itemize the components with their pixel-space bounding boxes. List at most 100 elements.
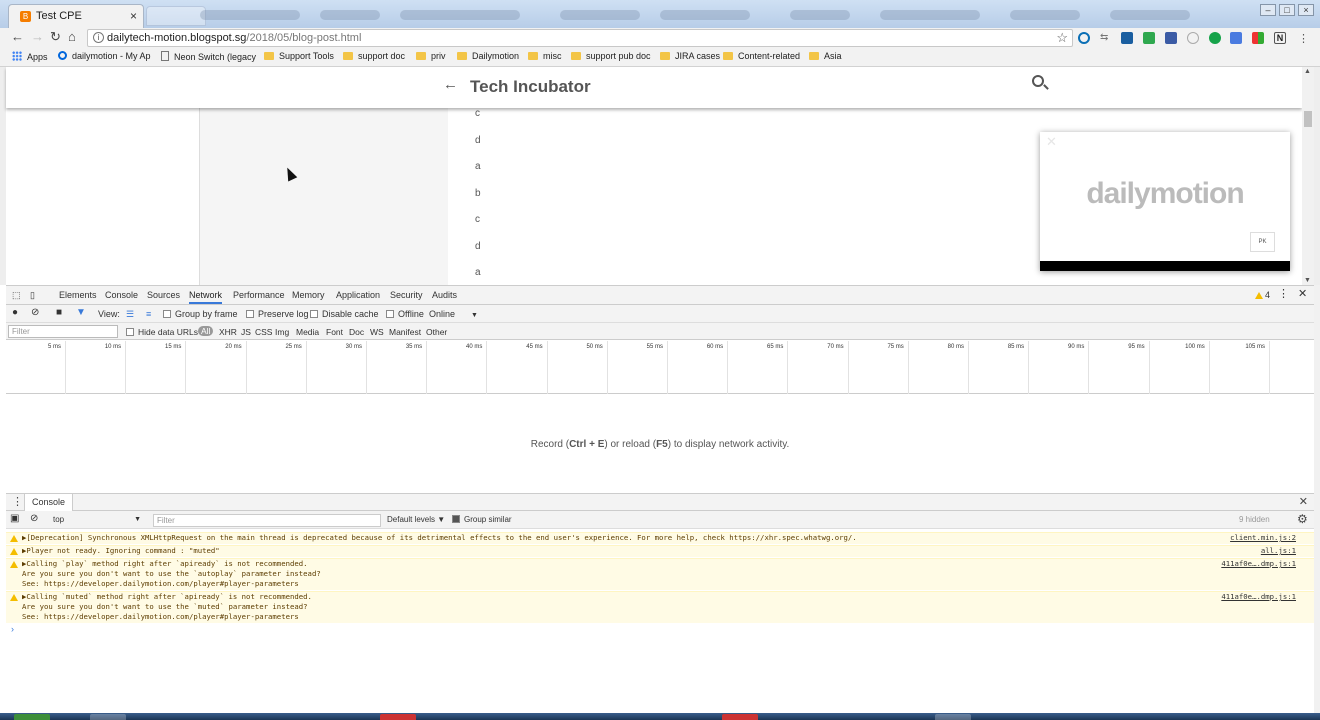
offline-checkbox[interactable]: Offline (386, 309, 424, 319)
bookmark-item[interactable]: dailymotion - My Ap (58, 51, 151, 61)
bookmark-star-icon[interactable]: ☆ (1056, 30, 1068, 46)
tab-memory[interactable]: Memory (292, 290, 325, 300)
extension-icon[interactable] (1121, 32, 1133, 44)
extension-icon[interactable]: ⇆ (1100, 32, 1112, 44)
taskbar-button[interactable] (722, 714, 758, 720)
bookmark-folder[interactable]: misc (528, 51, 562, 61)
tab-performance[interactable]: Performance (233, 290, 285, 300)
tab-console[interactable]: Console (105, 290, 138, 300)
filter-ws[interactable]: WS (370, 327, 384, 337)
close-icon[interactable]: ✕ (1046, 134, 1057, 150)
extension-icon[interactable]: N (1274, 32, 1286, 44)
tab-network[interactable]: Network (189, 290, 223, 304)
capture-screenshots-icon[interactable]: ■ (56, 307, 62, 318)
bookmark-folder[interactable]: Dailymotion (457, 51, 519, 61)
start-button[interactable] (14, 714, 50, 720)
search-icon[interactable] (1032, 75, 1044, 87)
info-icon[interactable]: i (93, 32, 104, 43)
extension-icon[interactable] (1165, 32, 1177, 44)
group-by-frame-checkbox[interactable]: Group by frame (163, 309, 238, 319)
bookmark-folder[interactable]: Asia (809, 51, 842, 61)
disable-cache-checkbox[interactable]: Disable cache (310, 309, 379, 319)
filter-doc[interactable]: Doc (349, 327, 364, 337)
reload-icon[interactable]: ↻ (50, 29, 61, 45)
taskbar-button[interactable] (380, 714, 416, 720)
minimize-icon[interactable]: – (1260, 4, 1276, 16)
gear-icon[interactable]: ⚙ (1297, 512, 1308, 526)
video-player[interactable]: ✕ dailymotion PK (1040, 132, 1290, 271)
console-link[interactable]: https://developer.dailymotion.com/player… (44, 612, 299, 621)
bookmark-folder[interactable]: support doc (343, 51, 405, 61)
console-prompt[interactable]: › (11, 624, 14, 634)
address-bar[interactable]: i dailytech-motion.blogspot.sg/2018/05/b… (87, 29, 1073, 47)
console-filter-input[interactable]: Filter (153, 514, 381, 527)
scroll-down-icon[interactable]: ▼ (1304, 277, 1311, 284)
devtools-menu-icon[interactable]: ⋮ (1278, 287, 1289, 300)
console-message-warning[interactable]: ▶Calling `play` method right after `apir… (6, 558, 1314, 590)
extension-icon[interactable] (1143, 32, 1155, 44)
filter-xhr[interactable]: XHR (219, 327, 237, 337)
record-icon[interactable]: ● (12, 307, 18, 318)
bookmark-apps[interactable]: Apps (12, 51, 48, 62)
bookmark-folder[interactable]: support pub doc (571, 51, 651, 61)
filter-img[interactable]: Img (275, 327, 289, 337)
back-arrow-icon[interactable]: ← (11, 29, 24, 44)
page-scrollbar[interactable]: ▲ ▼ (1302, 67, 1314, 285)
taskbar-button[interactable] (90, 714, 126, 720)
player-badge[interactable]: PK (1250, 232, 1275, 252)
browser-tab-blurred[interactable] (146, 6, 206, 26)
console-link[interactable]: https://xhr.spec.whatwg.org/ (729, 533, 852, 542)
filter-all[interactable]: All (198, 326, 214, 336)
console-source-link[interactable]: 411af0e….dmp.js:1 (1221, 592, 1296, 602)
filter-funnel-icon[interactable]: ▼ (76, 307, 86, 318)
scroll-up-icon[interactable]: ▲ (1304, 68, 1311, 75)
tab-sources[interactable]: Sources (147, 290, 180, 300)
filter-manifest[interactable]: Manifest (389, 327, 421, 337)
filter-media[interactable]: Media (296, 327, 319, 337)
chrome-menu-icon[interactable]: ⋮ (1298, 32, 1310, 45)
console-source-link[interactable]: client.min.js:2 (1230, 533, 1296, 543)
inspect-element-icon[interactable]: ⬚ (12, 290, 21, 301)
bookmark-folder[interactable]: priv (416, 51, 446, 61)
tab-elements[interactable]: Elements (59, 290, 97, 300)
devtools-close-icon[interactable]: ✕ (1298, 287, 1307, 300)
filter-font[interactable]: Font (326, 327, 343, 337)
network-filter-input[interactable]: Filter (8, 325, 118, 338)
extension-icon[interactable] (1078, 32, 1090, 44)
extension-icon[interactable] (1252, 32, 1264, 44)
group-similar-checkbox[interactable]: Group similar (452, 515, 512, 524)
extension-icon[interactable] (1187, 32, 1199, 44)
maximize-icon[interactable]: □ (1279, 4, 1295, 16)
taskbar-button[interactable] (935, 714, 971, 720)
browser-tab-active[interactable]: B Test CPE × (8, 4, 144, 28)
console-source-link[interactable]: 411af0e….dmp.js:1 (1221, 559, 1296, 569)
bookmark-folder[interactable]: Content-related (723, 51, 800, 61)
throttle-select[interactable]: Online ▼ (429, 309, 478, 319)
scrollbar-thumb[interactable] (1304, 111, 1312, 127)
drawer-close-icon[interactable]: ✕ (1299, 495, 1308, 508)
window-close-icon[interactable]: × (1298, 4, 1314, 16)
hide-data-urls-checkbox[interactable]: Hide data URLs (126, 327, 198, 337)
home-icon[interactable]: ⌂ (68, 29, 76, 44)
console-source-link[interactable]: all.js:1 (1261, 546, 1296, 556)
context-select[interactable]: top ▼ (49, 513, 145, 527)
tab-application[interactable]: Application (336, 290, 380, 300)
console-sidebar-icon[interactable]: ▣ (10, 513, 19, 524)
back-arrow-icon[interactable]: ← (443, 76, 458, 93)
extension-icon[interactable] (1209, 32, 1221, 44)
tab-audits[interactable]: Audits (432, 290, 457, 300)
bookmark-item[interactable]: Neon Switch (legacy (161, 51, 256, 62)
forward-arrow-icon[interactable]: → (31, 29, 44, 44)
clear-icon[interactable]: ⊘ (31, 307, 39, 318)
blog-title[interactable]: Tech Incubator (470, 77, 591, 97)
device-toolbar-icon[interactable]: ▯ (30, 290, 35, 301)
console-link[interactable]: https://developer.dailymotion.com/player… (44, 579, 299, 588)
filter-css[interactable]: CSS (255, 327, 272, 337)
extension-icon[interactable] (1230, 32, 1242, 44)
clear-console-icon[interactable]: ⊘ (30, 513, 38, 524)
large-rows-icon[interactable]: ☰ (126, 309, 134, 320)
drawer-menu-icon[interactable]: ⋮ (12, 495, 23, 508)
filter-other[interactable]: Other (426, 327, 447, 337)
preserve-log-checkbox[interactable]: Preserve log (246, 309, 309, 319)
tab-security[interactable]: Security (390, 290, 423, 300)
